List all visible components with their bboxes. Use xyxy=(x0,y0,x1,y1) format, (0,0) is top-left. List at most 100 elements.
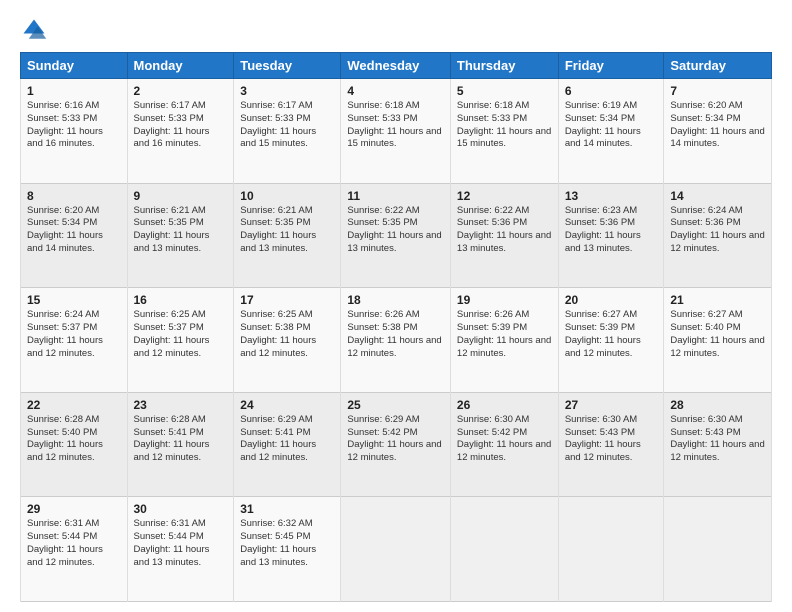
day-cell: 10 Sunrise: 6:21 AM Sunset: 5:35 PM Dayl… xyxy=(234,183,341,288)
day-number: 10 xyxy=(240,189,334,203)
day-number: 14 xyxy=(670,189,765,203)
day-detail: Sunrise: 6:16 AM Sunset: 5:33 PM Dayligh… xyxy=(27,100,121,151)
day-detail: Sunrise: 6:21 AM Sunset: 5:35 PM Dayligh… xyxy=(134,205,228,256)
day-cell: 24 Sunrise: 6:29 AM Sunset: 5:41 PM Dayl… xyxy=(234,392,341,497)
week-row-5: 29 Sunrise: 6:31 AM Sunset: 5:44 PM Dayl… xyxy=(21,497,772,602)
day-detail: Sunrise: 6:28 AM Sunset: 5:40 PM Dayligh… xyxy=(27,414,121,465)
day-detail: Sunrise: 6:28 AM Sunset: 5:41 PM Dayligh… xyxy=(134,414,228,465)
day-number: 28 xyxy=(670,398,765,412)
day-number: 6 xyxy=(565,84,658,98)
day-number: 11 xyxy=(347,189,444,203)
day-detail: Sunrise: 6:17 AM Sunset: 5:33 PM Dayligh… xyxy=(240,100,334,151)
day-cell xyxy=(664,497,772,602)
day-number: 30 xyxy=(134,502,228,516)
day-number: 31 xyxy=(240,502,334,516)
day-number: 4 xyxy=(347,84,444,98)
day-number: 7 xyxy=(670,84,765,98)
day-detail: Sunrise: 6:21 AM Sunset: 5:35 PM Dayligh… xyxy=(240,205,334,256)
day-cell: 15 Sunrise: 6:24 AM Sunset: 5:37 PM Dayl… xyxy=(21,288,128,393)
day-number: 25 xyxy=(347,398,444,412)
day-cell: 3 Sunrise: 6:17 AM Sunset: 5:33 PM Dayli… xyxy=(234,79,341,184)
day-detail: Sunrise: 6:31 AM Sunset: 5:44 PM Dayligh… xyxy=(27,518,121,569)
day-number: 13 xyxy=(565,189,658,203)
day-number: 17 xyxy=(240,293,334,307)
day-detail: Sunrise: 6:22 AM Sunset: 5:35 PM Dayligh… xyxy=(347,205,444,256)
day-number: 15 xyxy=(27,293,121,307)
day-detail: Sunrise: 6:24 AM Sunset: 5:37 PM Dayligh… xyxy=(27,309,121,360)
day-detail: Sunrise: 6:17 AM Sunset: 5:33 PM Dayligh… xyxy=(134,100,228,151)
day-detail: Sunrise: 6:20 AM Sunset: 5:34 PM Dayligh… xyxy=(27,205,121,256)
day-cell: 17 Sunrise: 6:25 AM Sunset: 5:38 PM Dayl… xyxy=(234,288,341,393)
day-detail: Sunrise: 6:24 AM Sunset: 5:36 PM Dayligh… xyxy=(670,205,765,256)
day-number: 24 xyxy=(240,398,334,412)
day-cell xyxy=(341,497,451,602)
day-number: 16 xyxy=(134,293,228,307)
day-cell: 30 Sunrise: 6:31 AM Sunset: 5:44 PM Dayl… xyxy=(127,497,234,602)
day-detail: Sunrise: 6:19 AM Sunset: 5:34 PM Dayligh… xyxy=(565,100,658,151)
day-number: 1 xyxy=(27,84,121,98)
calendar-page: SundayMondayTuesdayWednesdayThursdayFrid… xyxy=(0,0,792,612)
page-header xyxy=(20,16,772,44)
weekday-header-saturday: Saturday xyxy=(664,53,772,79)
day-number: 22 xyxy=(27,398,121,412)
day-number: 26 xyxy=(457,398,552,412)
day-detail: Sunrise: 6:30 AM Sunset: 5:43 PM Dayligh… xyxy=(670,414,765,465)
day-number: 18 xyxy=(347,293,444,307)
logo-icon xyxy=(20,16,48,44)
day-detail: Sunrise: 6:30 AM Sunset: 5:43 PM Dayligh… xyxy=(565,414,658,465)
day-cell: 25 Sunrise: 6:29 AM Sunset: 5:42 PM Dayl… xyxy=(341,392,451,497)
day-detail: Sunrise: 6:32 AM Sunset: 5:45 PM Dayligh… xyxy=(240,518,334,569)
day-cell: 9 Sunrise: 6:21 AM Sunset: 5:35 PM Dayli… xyxy=(127,183,234,288)
day-number: 12 xyxy=(457,189,552,203)
weekday-header-tuesday: Tuesday xyxy=(234,53,341,79)
day-cell: 2 Sunrise: 6:17 AM Sunset: 5:33 PM Dayli… xyxy=(127,79,234,184)
day-detail: Sunrise: 6:29 AM Sunset: 5:41 PM Dayligh… xyxy=(240,414,334,465)
day-cell: 7 Sunrise: 6:20 AM Sunset: 5:34 PM Dayli… xyxy=(664,79,772,184)
day-cell: 28 Sunrise: 6:30 AM Sunset: 5:43 PM Dayl… xyxy=(664,392,772,497)
day-number: 27 xyxy=(565,398,658,412)
weekday-header-wednesday: Wednesday xyxy=(341,53,451,79)
day-cell: 20 Sunrise: 6:27 AM Sunset: 5:39 PM Dayl… xyxy=(558,288,664,393)
day-cell xyxy=(450,497,558,602)
day-detail: Sunrise: 6:20 AM Sunset: 5:34 PM Dayligh… xyxy=(670,100,765,151)
day-number: 9 xyxy=(134,189,228,203)
day-cell: 8 Sunrise: 6:20 AM Sunset: 5:34 PM Dayli… xyxy=(21,183,128,288)
day-cell: 22 Sunrise: 6:28 AM Sunset: 5:40 PM Dayl… xyxy=(21,392,128,497)
day-detail: Sunrise: 6:27 AM Sunset: 5:40 PM Dayligh… xyxy=(670,309,765,360)
weekday-header-sunday: Sunday xyxy=(21,53,128,79)
day-detail: Sunrise: 6:27 AM Sunset: 5:39 PM Dayligh… xyxy=(565,309,658,360)
weekday-header-friday: Friday xyxy=(558,53,664,79)
day-cell: 4 Sunrise: 6:18 AM Sunset: 5:33 PM Dayli… xyxy=(341,79,451,184)
day-detail: Sunrise: 6:26 AM Sunset: 5:38 PM Dayligh… xyxy=(347,309,444,360)
day-cell xyxy=(558,497,664,602)
day-cell: 11 Sunrise: 6:22 AM Sunset: 5:35 PM Dayl… xyxy=(341,183,451,288)
day-detail: Sunrise: 6:25 AM Sunset: 5:37 PM Dayligh… xyxy=(134,309,228,360)
week-row-1: 1 Sunrise: 6:16 AM Sunset: 5:33 PM Dayli… xyxy=(21,79,772,184)
day-detail: Sunrise: 6:25 AM Sunset: 5:38 PM Dayligh… xyxy=(240,309,334,360)
day-number: 19 xyxy=(457,293,552,307)
day-cell: 1 Sunrise: 6:16 AM Sunset: 5:33 PM Dayli… xyxy=(21,79,128,184)
day-cell: 27 Sunrise: 6:30 AM Sunset: 5:43 PM Dayl… xyxy=(558,392,664,497)
day-number: 29 xyxy=(27,502,121,516)
day-number: 8 xyxy=(27,189,121,203)
day-detail: Sunrise: 6:29 AM Sunset: 5:42 PM Dayligh… xyxy=(347,414,444,465)
day-cell: 19 Sunrise: 6:26 AM Sunset: 5:39 PM Dayl… xyxy=(450,288,558,393)
day-detail: Sunrise: 6:31 AM Sunset: 5:44 PM Dayligh… xyxy=(134,518,228,569)
week-row-4: 22 Sunrise: 6:28 AM Sunset: 5:40 PM Dayl… xyxy=(21,392,772,497)
day-cell: 23 Sunrise: 6:28 AM Sunset: 5:41 PM Dayl… xyxy=(127,392,234,497)
day-number: 21 xyxy=(670,293,765,307)
day-cell: 12 Sunrise: 6:22 AM Sunset: 5:36 PM Dayl… xyxy=(450,183,558,288)
day-cell: 16 Sunrise: 6:25 AM Sunset: 5:37 PM Dayl… xyxy=(127,288,234,393)
day-cell: 14 Sunrise: 6:24 AM Sunset: 5:36 PM Dayl… xyxy=(664,183,772,288)
day-number: 2 xyxy=(134,84,228,98)
day-number: 23 xyxy=(134,398,228,412)
day-number: 20 xyxy=(565,293,658,307)
week-row-2: 8 Sunrise: 6:20 AM Sunset: 5:34 PM Dayli… xyxy=(21,183,772,288)
logo xyxy=(20,16,52,44)
day-detail: Sunrise: 6:18 AM Sunset: 5:33 PM Dayligh… xyxy=(457,100,552,151)
day-detail: Sunrise: 6:18 AM Sunset: 5:33 PM Dayligh… xyxy=(347,100,444,151)
day-number: 3 xyxy=(240,84,334,98)
day-cell: 13 Sunrise: 6:23 AM Sunset: 5:36 PM Dayl… xyxy=(558,183,664,288)
day-detail: Sunrise: 6:22 AM Sunset: 5:36 PM Dayligh… xyxy=(457,205,552,256)
week-row-3: 15 Sunrise: 6:24 AM Sunset: 5:37 PM Dayl… xyxy=(21,288,772,393)
